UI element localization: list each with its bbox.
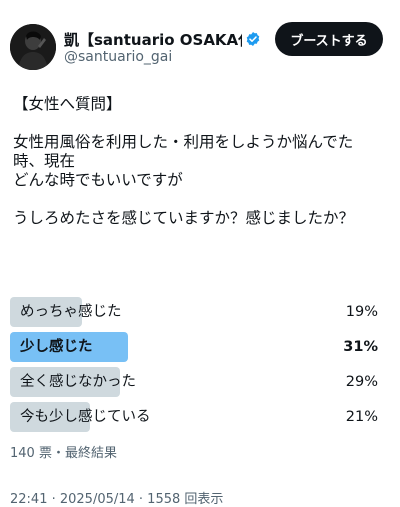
tweet-line: 女性用風俗を利用した・利用をしようか悩んでた	[13, 133, 354, 151]
poll-option: 今も少し感じている 21%	[10, 402, 380, 432]
poll-option-label: 今も少し感じている	[20, 409, 151, 425]
poll-option-percent: 29%	[345, 374, 378, 390]
poll-option: めっちゃ感じた 19%	[10, 297, 380, 327]
tweet-line: どんな時でもいいですが	[13, 171, 183, 189]
poll-option-percent: 19%	[345, 304, 378, 320]
tweet-line: うしろめたさを感じていますか？感じましたか？	[13, 209, 355, 227]
author-display-name[interactable]: 凱【santuario OSAKA代…	[64, 29, 242, 50]
poll-option-label: 少し感じた	[20, 339, 93, 355]
tweet-line: 【女性へ質問】	[13, 95, 122, 113]
poll-option: 全く感じなかった 29%	[10, 367, 380, 397]
poll-option: 少し感じた 31%	[10, 332, 380, 362]
avatar[interactable]	[10, 24, 56, 70]
avatar-silhouette-icon	[10, 24, 56, 70]
poll-meta: 140 票・最終結果	[10, 446, 117, 461]
verified-badge-icon	[246, 32, 260, 46]
poll-option-label: めっちゃ感じた	[20, 304, 122, 320]
poll-option-label: 全く感じなかった	[20, 374, 136, 390]
tweet-timestamp[interactable]: 22:41 · 2025/05/14 · 1558 回表示	[10, 488, 223, 507]
author-name-row[interactable]: 凱【santuario OSAKA代…	[64, 28, 264, 50]
author-handle[interactable]: @santuario_gai	[64, 49, 172, 65]
tweet-header: 凱【santuario OSAKA代… @santuario_gai ブーストす…	[0, 0, 400, 80]
poll-option-percent: 21%	[345, 409, 378, 425]
poll: めっちゃ感じた 19% 少し感じた 31% 全く感じなかった 29% 今も少し感…	[10, 297, 380, 437]
poll-option-percent: 31%	[343, 339, 378, 355]
tweet-line: 時、現在	[13, 152, 76, 170]
tweet-body: 【女性へ質問】 女性用風俗を利用した・利用をしようか悩んでた 時、現在 どんな時…	[13, 95, 385, 228]
boost-button[interactable]: ブーストする	[275, 22, 383, 56]
